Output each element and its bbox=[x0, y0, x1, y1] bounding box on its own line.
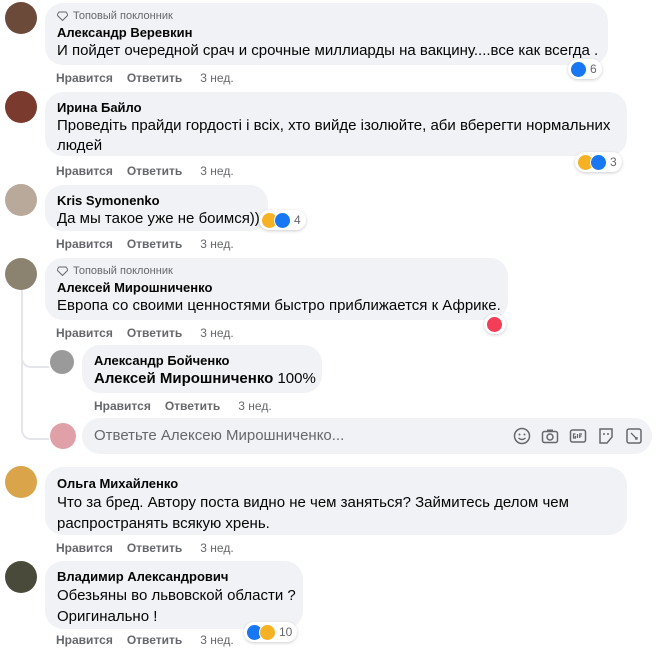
timestamp[interactable]: 3 нед. bbox=[200, 237, 233, 251]
avatar[interactable] bbox=[50, 350, 74, 374]
reply-input[interactable]: Ответьте Алексею Мирошниченко... bbox=[82, 418, 652, 454]
emoji-icon[interactable] bbox=[513, 427, 531, 445]
comment-author[interactable]: Алексей Мирошниченко bbox=[57, 279, 496, 296]
comment-text: Европа со своими ценностями быстро прибл… bbox=[57, 297, 501, 314]
avatar[interactable] bbox=[5, 91, 37, 123]
reaction-count: 4 bbox=[294, 213, 301, 227]
comment-actions: Нравится Ответить 3 нед. bbox=[56, 163, 234, 179]
comment-text: Проведіть прайди гордості і всіх, хто ви… bbox=[57, 117, 611, 134]
current-user-avatar bbox=[50, 423, 76, 449]
like-button[interactable]: Нравится bbox=[56, 633, 113, 647]
reply-button[interactable]: Ответить bbox=[127, 164, 182, 178]
reaction-summary[interactable]: 10 bbox=[244, 622, 298, 642]
reply-bubble: Александр Бойченко Алексей Мирошниченко … bbox=[82, 345, 322, 393]
comment-bubble: Топовый поклонник Алексей Мирошниченко Е… bbox=[45, 258, 508, 320]
top-fan-label: Топовый поклонник bbox=[73, 10, 173, 22]
comment-text: Что за бред. Автору поста видно не чем з… bbox=[57, 494, 569, 511]
comment-bubble: Ирина Байло Проведіть прайди гордості і … bbox=[45, 92, 627, 156]
like-button[interactable]: Нравится bbox=[56, 237, 113, 251]
reply-body: 100% bbox=[273, 370, 316, 387]
like-button[interactable]: Нравится bbox=[56, 326, 113, 340]
comment-actions: Нравится Ответить 3 нед. bbox=[56, 70, 234, 86]
comment-bubble: Топовый поклонник Александр Веревкин И п… bbox=[45, 3, 608, 65]
avatar[interactable] bbox=[5, 184, 37, 216]
comment-author[interactable]: Владимир Александрович bbox=[57, 568, 291, 585]
reply-button[interactable]: Ответить bbox=[165, 399, 220, 413]
diamond-icon bbox=[57, 11, 68, 21]
haha-icon bbox=[259, 623, 276, 641]
love-icon bbox=[486, 315, 503, 333]
reply-button[interactable]: Ответить bbox=[127, 71, 182, 85]
attach-sticker-icon[interactable] bbox=[625, 427, 643, 445]
comment-bubble: Kris Symonenko Да мы такое уже не боимся… bbox=[45, 185, 268, 231]
comment-author[interactable]: Kris Symonenko bbox=[57, 192, 256, 209]
comment-text: Обезьяны во львовской области ? bbox=[57, 587, 296, 604]
reaction-count: 6 bbox=[590, 62, 597, 76]
sticker-icon[interactable] bbox=[597, 427, 615, 445]
comment-author[interactable]: Ирина Байло bbox=[57, 99, 615, 116]
comment-bubble: Владимир Александрович Обезьяны во львов… bbox=[45, 561, 303, 629]
timestamp[interactable]: 3 нед. bbox=[200, 164, 233, 178]
reaction-summary[interactable]: 4 bbox=[259, 210, 306, 230]
timestamp[interactable]: 3 нед. bbox=[200, 71, 233, 85]
timestamp[interactable]: 3 нед. bbox=[200, 541, 233, 555]
camera-icon[interactable] bbox=[541, 427, 559, 445]
avatar[interactable] bbox=[5, 466, 37, 498]
comment-author[interactable]: Александр Веревкин bbox=[57, 24, 596, 41]
top-fan-badge: Топовый поклонник bbox=[57, 9, 596, 23]
comment-text: Да мы такое уже не боимся)) bbox=[57, 210, 260, 227]
comment-actions: Нравится Ответить 3 нед. bbox=[56, 236, 234, 252]
timestamp[interactable]: 3 нед. bbox=[200, 633, 233, 647]
comment-actions: Нравится Ответить 3 нед. bbox=[56, 632, 234, 648]
like-icon bbox=[590, 153, 607, 171]
mention-link[interactable]: Алексей Мирошниченко bbox=[94, 370, 273, 387]
avatar[interactable] bbox=[5, 258, 37, 290]
reply-author[interactable]: Александр Бойченко bbox=[94, 352, 310, 369]
timestamp[interactable]: 3 нед. bbox=[238, 399, 271, 413]
comment-actions: Нравится Ответить 3 нед. bbox=[56, 325, 234, 341]
reply-button[interactable]: Ответить bbox=[127, 633, 182, 647]
diamond-icon bbox=[57, 266, 68, 276]
avatar[interactable] bbox=[5, 2, 37, 34]
reply-placeholder: Ответьте Алексею Мирошниченко... bbox=[94, 427, 345, 444]
like-icon bbox=[274, 211, 291, 229]
reaction-summary[interactable] bbox=[484, 314, 506, 334]
top-fan-badge: Топовый поклонник bbox=[57, 264, 496, 278]
gif-icon[interactable] bbox=[569, 427, 587, 445]
reaction-count: 3 bbox=[610, 155, 617, 169]
reaction-summary[interactable]: 6 bbox=[568, 59, 602, 79]
comment-bubble: Ольга Михайленко Что за бред. Автору пос… bbox=[45, 467, 627, 535]
reaction-summary[interactable]: 3 bbox=[575, 152, 622, 172]
comment-author[interactable]: Ольга Михайленко bbox=[57, 475, 615, 492]
like-button[interactable]: Нравится bbox=[56, 164, 113, 178]
like-button[interactable]: Нравится bbox=[56, 541, 113, 555]
top-fan-label: Топовый поклонник bbox=[73, 265, 173, 277]
like-button[interactable]: Нравится bbox=[94, 399, 151, 413]
like-icon bbox=[570, 60, 587, 78]
avatar[interactable] bbox=[5, 561, 37, 593]
reply-button[interactable]: Ответить bbox=[127, 326, 182, 340]
comment-text: И пойдет очередной срач и срочные миллиа… bbox=[57, 42, 599, 59]
timestamp[interactable]: 3 нед. bbox=[200, 326, 233, 340]
reply-button[interactable]: Ответить bbox=[127, 541, 182, 555]
comment-text: людей bbox=[57, 137, 103, 154]
reply-button[interactable]: Ответить bbox=[127, 237, 182, 251]
like-button[interactable]: Нравится bbox=[56, 71, 113, 85]
reaction-count: 10 bbox=[279, 625, 293, 639]
comment-actions: Нравится Ответить 3 нед. bbox=[56, 540, 234, 556]
comment-text: распространять всякую хрень. bbox=[57, 515, 270, 532]
reply-actions: Нравится Ответить 3 нед. bbox=[94, 398, 272, 414]
reply-text: Алексей Мирошниченко 100% bbox=[94, 369, 316, 389]
